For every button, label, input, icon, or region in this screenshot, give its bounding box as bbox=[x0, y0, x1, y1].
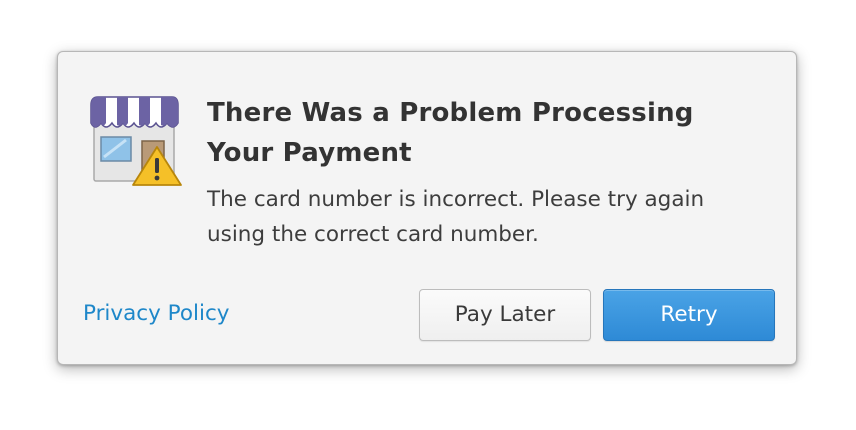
dialog-title: There Was a Problem Processing Your Paym… bbox=[207, 98, 694, 168]
privacy-policy-link[interactable]: Privacy Policy bbox=[83, 298, 230, 330]
payment-error-dialog: There Was a Problem Processing Your Paym… bbox=[57, 51, 797, 365]
dialog-message: The card number is incorrect. Please try… bbox=[207, 187, 705, 247]
pay-later-button[interactable]: Pay Later bbox=[419, 289, 591, 341]
retry-button[interactable]: Retry bbox=[603, 289, 775, 341]
store-warning-icon bbox=[90, 95, 184, 187]
